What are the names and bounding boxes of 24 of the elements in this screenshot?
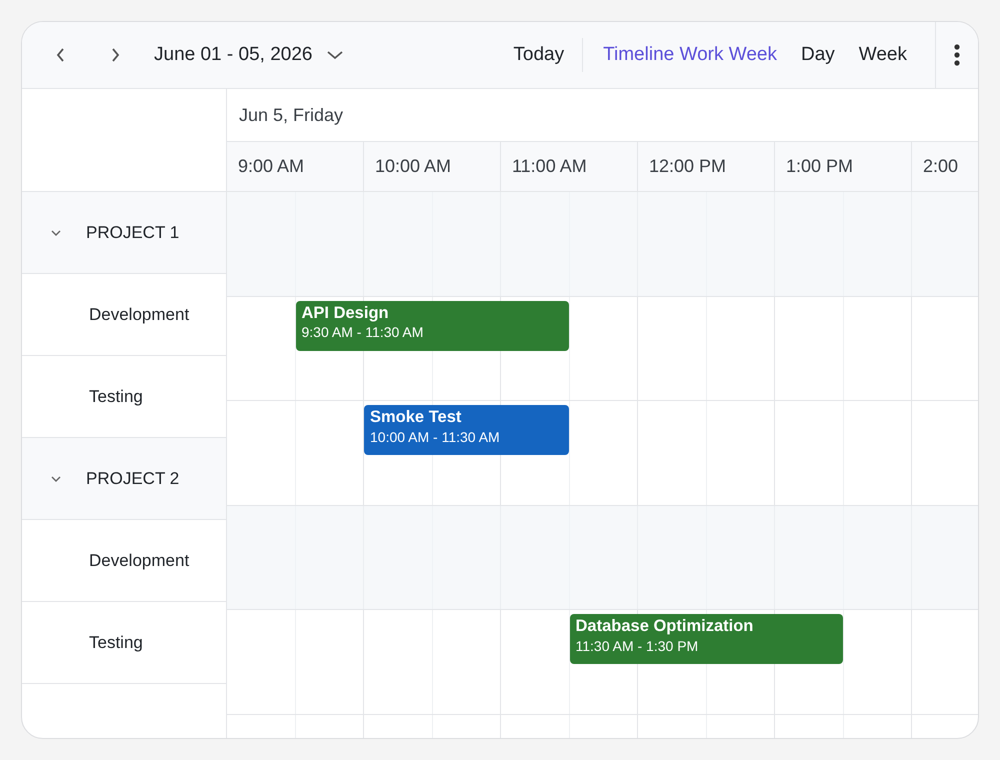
resource-label: Development — [89, 550, 190, 572]
caret-icon — [326, 49, 344, 61]
date-header: Jun 5, Friday — [239, 104, 344, 127]
resource-label: Testing — [89, 632, 143, 654]
event-block[interactable]: Database Optimization 11:30 AM - 1:30 PM — [570, 614, 842, 664]
time-slot-label: 10:00 AM — [375, 155, 452, 178]
date-range-picker[interactable]: June 01 - 05, 2026 — [144, 34, 354, 76]
resource-label: Testing — [89, 386, 143, 408]
event-block[interactable]: API Design 9:30 AM - 11:30 AM — [296, 300, 568, 350]
project-label: PROJECT 1 — [86, 222, 180, 244]
view-tab[interactable]: Day — [788, 34, 847, 76]
time-slot-label: 11:00 AM — [512, 155, 587, 178]
time-slot-label: 2:00 — [923, 155, 958, 178]
chevron-icon[interactable] — [50, 228, 62, 236]
view-tab[interactable]: Week — [846, 34, 919, 76]
event-block[interactable]: Smoke Test 10:00 AM - 11:30 AM — [364, 405, 568, 455]
time-slot-label: 12:00 PM — [649, 155, 726, 178]
project-label: PROJECT 2 — [86, 468, 180, 490]
resource-label: Development — [89, 304, 190, 326]
today-button[interactable]: Today — [503, 34, 574, 76]
time-slot-label: 1:00 PM — [786, 155, 854, 178]
chevron-icon[interactable] — [50, 474, 62, 482]
time-slot-label: 9:00 AM — [238, 155, 304, 178]
view-tab[interactable]: Timeline Work Week — [591, 34, 789, 76]
